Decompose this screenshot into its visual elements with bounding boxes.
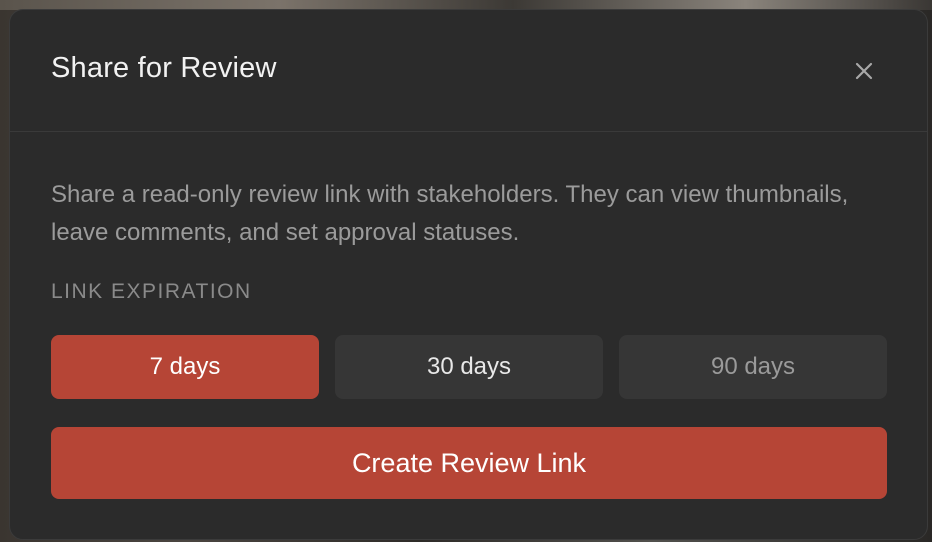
- expiry-option-7-days[interactable]: 7 days: [51, 335, 319, 399]
- close-icon: [855, 62, 873, 80]
- dialog-title: Share for Review: [51, 52, 277, 84]
- close-button[interactable]: [851, 58, 877, 84]
- link-expiration-options: 7 days 30 days 90 days: [51, 335, 887, 399]
- expiry-option-90-days[interactable]: 90 days: [619, 335, 887, 399]
- expiry-option-30-days[interactable]: 30 days: [335, 335, 603, 399]
- link-expiration-label: LINK EXPIRATION: [51, 280, 252, 303]
- create-review-link-button[interactable]: Create Review Link: [51, 427, 887, 499]
- share-for-review-dialog: Share for Review Share a read-only revie…: [9, 9, 928, 540]
- dialog-description: Share a read-only review link with stake…: [51, 181, 849, 246]
- dialog-header: Share for Review: [10, 10, 927, 132]
- dialog-body: Share a read-only review link with stake…: [10, 132, 927, 539]
